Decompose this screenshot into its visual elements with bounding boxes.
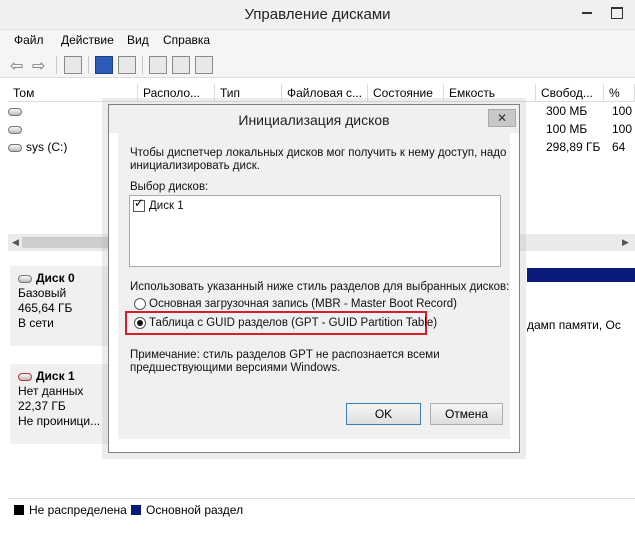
toolbar: ⇦ ⇨ xyxy=(0,52,635,78)
scroll-right-icon[interactable]: ▶ xyxy=(622,237,629,248)
menu-file[interactable]: Файл xyxy=(14,33,44,47)
settings-icon[interactable] xyxy=(195,56,213,74)
disk-name: Диск 1 xyxy=(36,369,75,383)
drive-icon xyxy=(8,125,22,134)
legend-primary-label: Основной раздел xyxy=(146,503,244,517)
volume-free: 298,89 ГБ xyxy=(546,140,601,154)
refresh-icon[interactable] xyxy=(149,56,167,74)
dialog-title: Инициализация дисков xyxy=(238,112,390,128)
partition-style-label: Использовать указанный ниже стиль раздел… xyxy=(130,281,510,293)
disk-type: Нет данных xyxy=(18,384,84,398)
disk-icon xyxy=(18,274,32,283)
legend-primary-swatch xyxy=(131,505,141,515)
menu-help[interactable]: Справка xyxy=(163,33,210,47)
disk-size: 465,64 ГБ xyxy=(18,301,73,315)
check-icon: ✓ xyxy=(134,196,145,210)
rescan-icon[interactable] xyxy=(172,56,190,74)
maximize-button[interactable] xyxy=(606,4,626,20)
help-icon[interactable] xyxy=(95,56,113,74)
disk-type: Базовый xyxy=(18,286,67,300)
select-disks-label: Выбор дисков: xyxy=(130,181,209,193)
col-filesystem[interactable]: Файловая с... xyxy=(282,84,368,102)
back-icon[interactable]: ⇦ xyxy=(10,56,23,76)
forward-icon[interactable]: ⇨ xyxy=(32,56,45,76)
drive-icon xyxy=(8,143,22,152)
volume-percent: 64 xyxy=(612,140,626,154)
volume-percent: 100 xyxy=(612,122,633,136)
disk-size: 22,37 ГБ xyxy=(18,399,66,413)
note-line2: предшествующими версиями Windows. xyxy=(130,362,341,374)
volume-percent: 100 xyxy=(612,104,633,118)
scroll-left-icon[interactable]: ◀ xyxy=(12,237,19,248)
cancel-button[interactable]: Отмена xyxy=(430,403,503,425)
minimize-button[interactable] xyxy=(577,4,597,20)
disk-status: В сети xyxy=(18,316,54,330)
col-free[interactable]: Свобод... xyxy=(536,84,604,102)
disk-warning-icon xyxy=(18,372,32,381)
gpt-radio[interactable] xyxy=(134,317,146,329)
gpt-option-label[interactable]: Таблица с GUID разделов (GPT - GUID Part… xyxy=(149,316,437,330)
disk-list[interactable] xyxy=(129,195,501,267)
disk-1-panel[interactable]: Диск 1 Нет данных 22,37 ГБ Не проиници..… xyxy=(10,364,110,444)
col-percent[interactable]: % xyxy=(604,84,635,102)
menu-action[interactable]: Действие xyxy=(61,33,114,47)
disk-name: Диск 0 xyxy=(36,271,75,285)
col-type[interactable]: Тип xyxy=(215,84,282,102)
disk-status: Не проиници... xyxy=(18,414,101,428)
volume-free: 100 МБ xyxy=(546,122,588,136)
legend-unallocated-label: Не распределена xyxy=(29,503,127,517)
ok-button[interactable]: OK xyxy=(346,403,421,425)
close-icon[interactable]: ✕ xyxy=(488,109,516,127)
window-title: Управление дисками xyxy=(244,6,391,23)
col-volume[interactable]: Том xyxy=(8,84,138,102)
partition-bar xyxy=(527,268,635,282)
note-line1: Примечание: стиль разделов GPT не распоз… xyxy=(130,349,440,361)
volume-list-header: Том Располо... Тип Файловая с... Состоян… xyxy=(8,84,635,102)
disk-0-panel[interactable]: Диск 0 Базовый 465,64 ГБ В сети xyxy=(10,266,110,346)
drive-icon xyxy=(8,107,22,116)
mbr-radio[interactable] xyxy=(134,298,146,310)
col-status[interactable]: Состояние xyxy=(368,84,444,102)
menu-view[interactable]: Вид xyxy=(127,33,149,47)
legend-unallocated-swatch xyxy=(14,505,24,515)
console-tree-icon[interactable] xyxy=(64,56,82,74)
col-capacity[interactable]: Емкость xyxy=(444,84,536,102)
col-layout[interactable]: Располо... xyxy=(138,84,215,102)
mbr-option-label[interactable]: Основная загрузочная запись (MBR - Maste… xyxy=(149,297,457,311)
dialog-intro-line2: инициализировать диск. xyxy=(130,160,260,172)
disk1-item-label[interactable]: Диск 1 xyxy=(149,199,184,213)
volume-free: 300 МБ xyxy=(546,104,588,118)
partition-label[interactable]: дамп памяти, Ос xyxy=(527,318,621,332)
dialog-intro-line1: Чтобы диспетчер локальных дисков мог пол… xyxy=(130,147,507,159)
volume-name: sys (C:) xyxy=(26,140,68,154)
legend: Не распределена Основной раздел xyxy=(8,498,635,520)
menu-bar: Файл Действие Вид Справка xyxy=(0,30,635,52)
properties-icon[interactable] xyxy=(118,56,136,74)
